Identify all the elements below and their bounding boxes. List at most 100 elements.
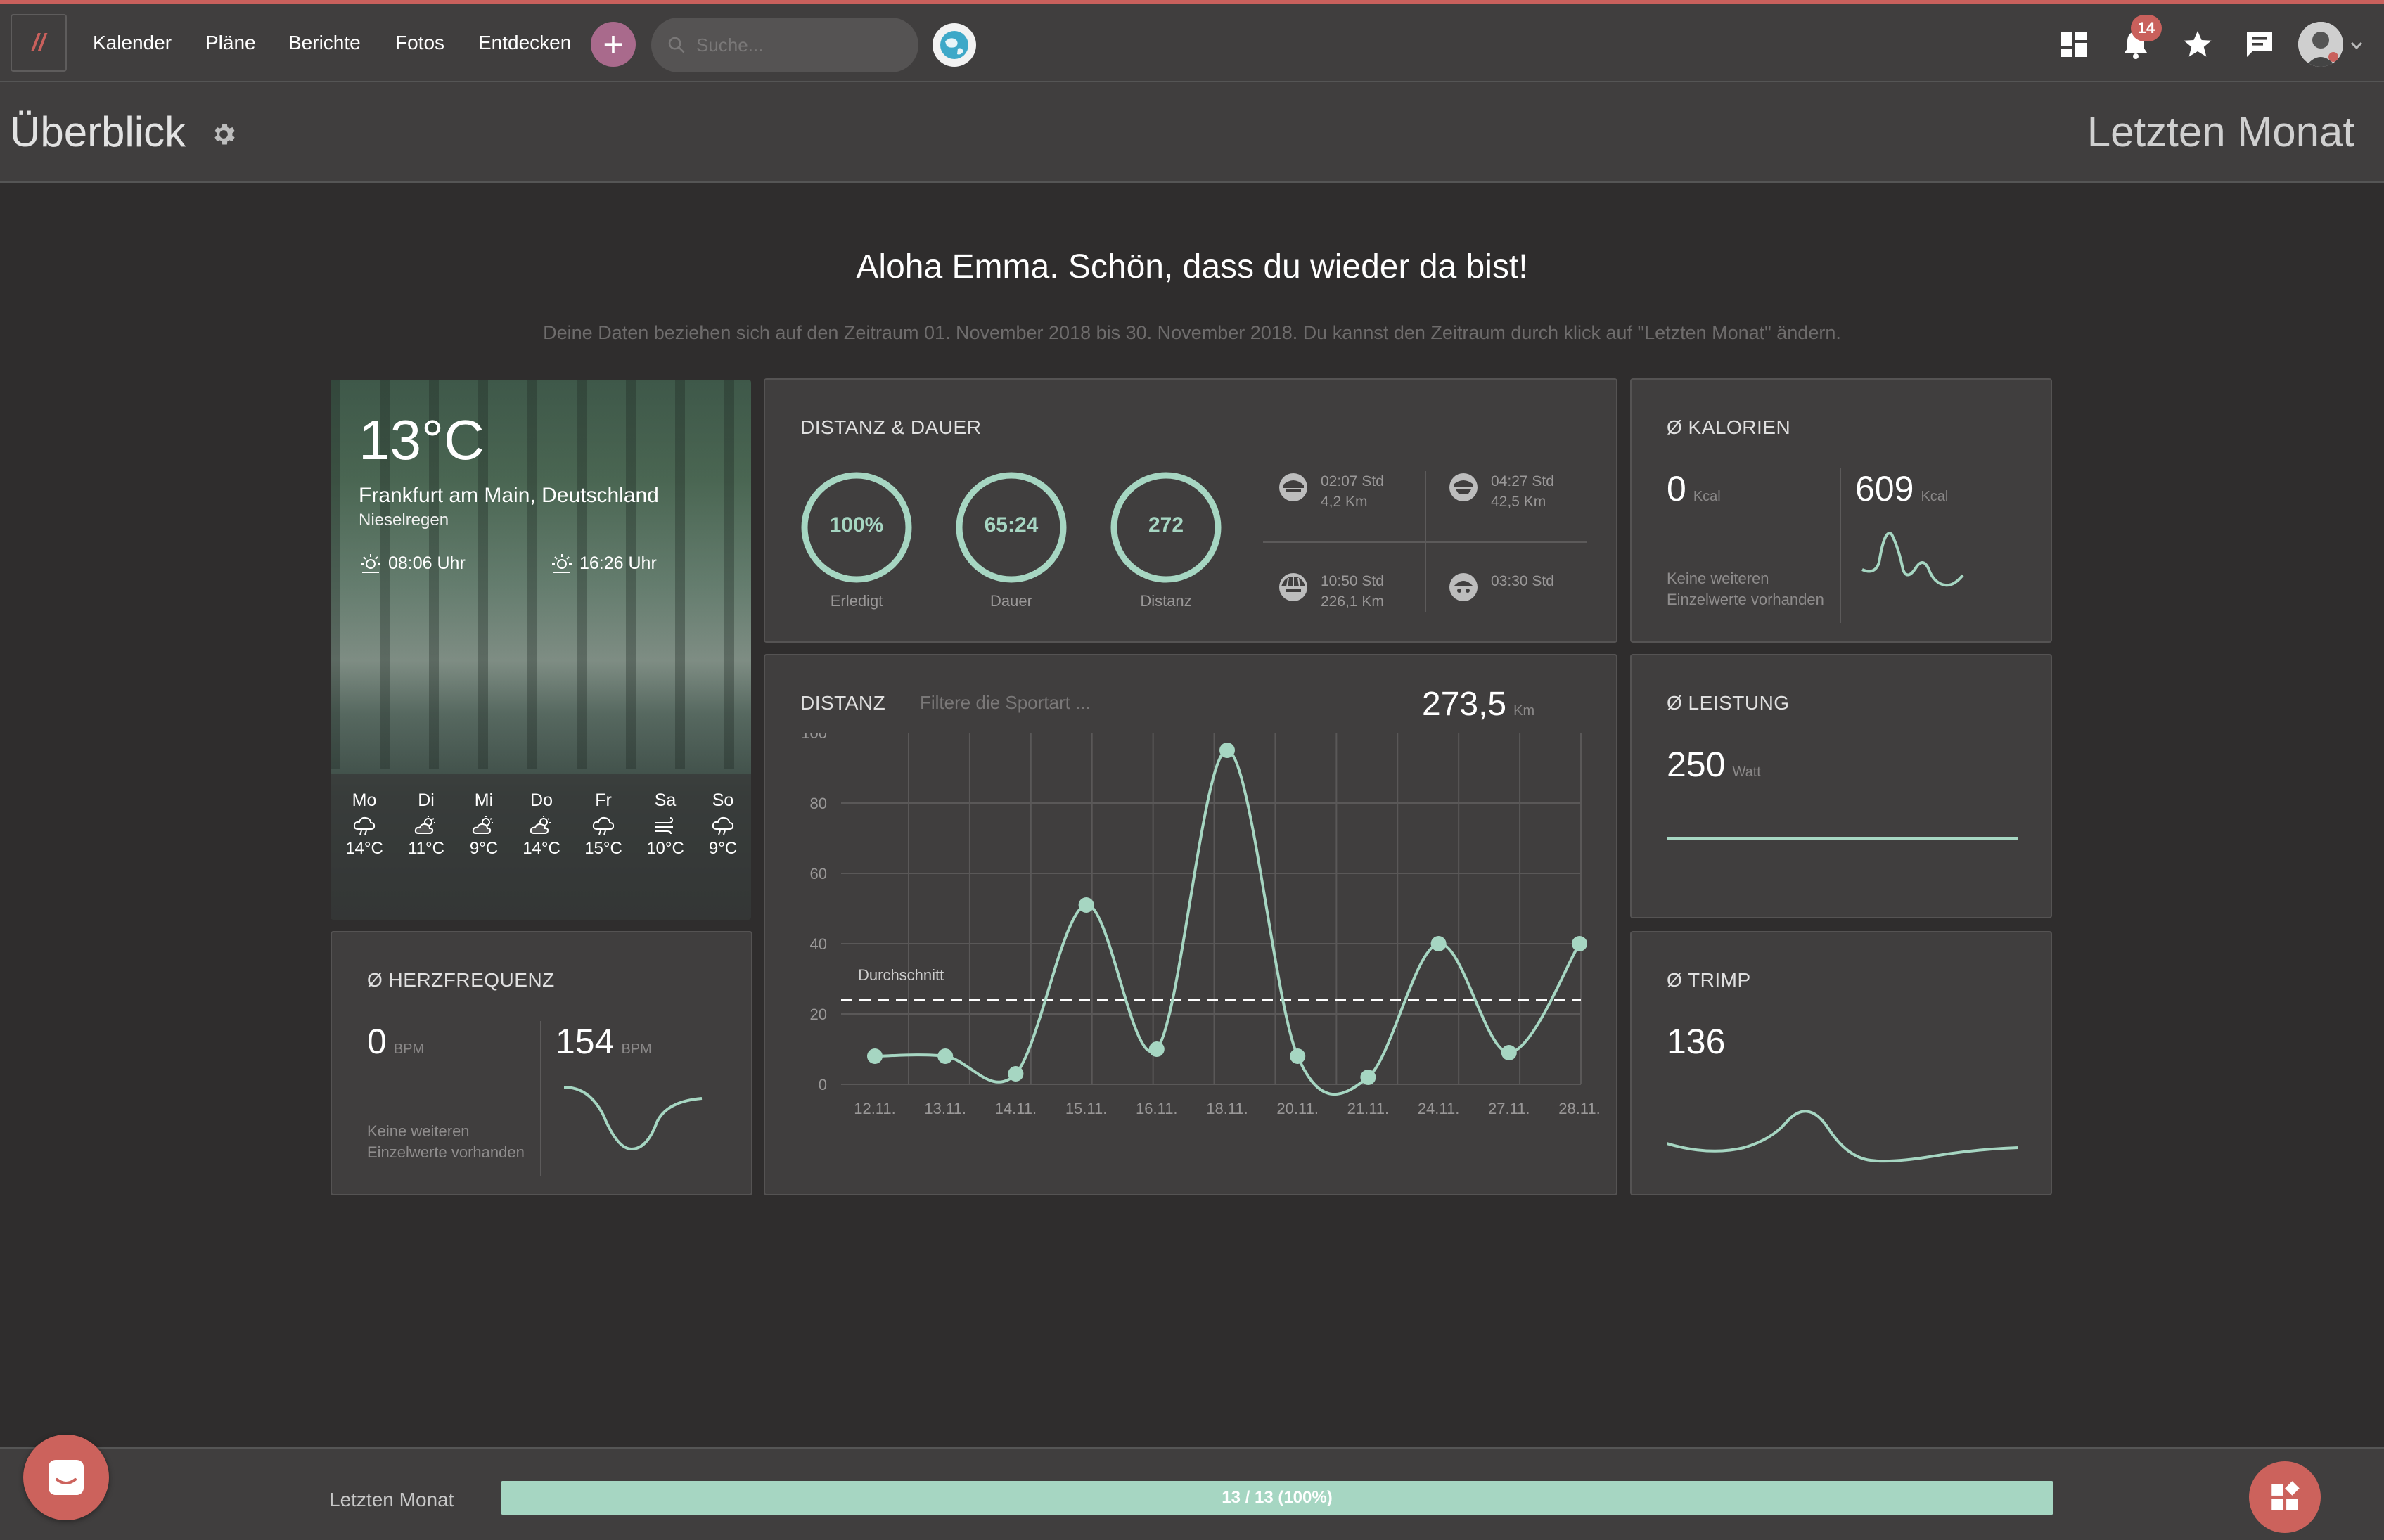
data-point[interactable]: [1148, 1041, 1165, 1057]
sunset: 16:26 Uhr: [550, 553, 657, 574]
unit: Kcal: [1921, 489, 1949, 504]
weather-city: Frankfurt am Main, Deutschland: [359, 484, 659, 507]
sport-stat: 04:27 Std 42,5 Km: [1447, 471, 1554, 512]
ring-label: Dauer: [990, 592, 1032, 610]
sport-time: 10:50 Std: [1321, 573, 1384, 589]
value: 609: [1855, 469, 1914, 508]
period-selector[interactable]: Letzten Monat: [2087, 108, 2354, 156]
x-tick-label: 28.11.: [1558, 1100, 1601, 1117]
forecast-day: Di 11°C: [398, 790, 454, 859]
data-point[interactable]: [1290, 1048, 1306, 1064]
x-tick-label: 14.11.: [995, 1100, 1037, 1117]
value: 273,5: [1422, 686, 1507, 723]
x-tick-label: 15.11.: [1065, 1100, 1108, 1117]
forecast-day: Mo 14°C: [336, 790, 392, 859]
y-tick-label: 0: [819, 1076, 827, 1093]
nav-link-entdecken[interactable]: Entdecken: [478, 32, 571, 54]
bottom-period-label[interactable]: Letzten Monat: [329, 1489, 454, 1511]
sunrise-time: 08:06 Uhr: [388, 553, 466, 573]
forecast-day-temp: 9°C: [469, 839, 499, 858]
nav-link-berichte[interactable]: Berichte: [288, 32, 361, 54]
y-tick-label: 60: [810, 865, 827, 883]
partly-cloudy-icon: [414, 816, 435, 834]
card-title: Ø KALORIEN: [1667, 416, 1791, 438]
x-tick-label: 13.11.: [924, 1100, 966, 1117]
forecast-day-temp: 14°C: [523, 839, 560, 858]
x-tick-label: 16.11.: [1136, 1100, 1178, 1117]
sport-filter-input[interactable]: [920, 692, 1145, 714]
greeting-subtitle: Deine Daten beziehen sich auf den Zeitra…: [543, 322, 1841, 343]
value: 250: [1667, 745, 1726, 784]
gear-icon[interactable]: [210, 120, 238, 148]
chevron-down-icon[interactable]: [2350, 41, 2363, 50]
search-input[interactable]: [696, 34, 900, 56]
data-point[interactable]: [1572, 936, 1587, 951]
data-point[interactable]: [1078, 897, 1094, 913]
swim-icon: [1449, 573, 1478, 601]
unit: Km: [1513, 703, 1535, 719]
wind-icon: [655, 817, 674, 835]
sport-time: 04:27 Std: [1491, 473, 1554, 489]
weather-card: 13°C Frankfurt am Main, Deutschland Nies…: [331, 380, 751, 920]
search-box[interactable]: [651, 18, 918, 72]
star-icon[interactable]: [2181, 27, 2215, 61]
forecast-day-label: Fr: [595, 790, 612, 810]
note-line: Keine weiteren: [1667, 570, 1769, 587]
support-chat-button[interactable]: [23, 1435, 109, 1520]
nav-link-plaene[interactable]: Pläne: [205, 32, 256, 54]
forecast-day-temp: 10°C: [646, 839, 684, 858]
data-point[interactable]: [937, 1048, 954, 1064]
data-point[interactable]: [1501, 1045, 1517, 1060]
trimp-card: Ø TRIMP 136: [1630, 931, 2052, 1195]
sunset-icon: [552, 554, 572, 573]
data-point[interactable]: [1360, 1070, 1376, 1085]
x-tick-label: 12.11.: [854, 1100, 896, 1117]
y-tick-label: 20: [810, 1006, 827, 1023]
notification-badge: 14: [2131, 15, 2162, 41]
forecast-day: So 9°C: [695, 790, 751, 859]
dashboard-grid-icon[interactable]: [2057, 27, 2091, 61]
y-tick-label: 40: [810, 935, 827, 953]
avatar[interactable]: [2298, 22, 2343, 67]
data-point[interactable]: [867, 1048, 883, 1064]
add-button[interactable]: +: [591, 22, 636, 67]
x-tick-label: 18.11.: [1206, 1100, 1248, 1117]
forecast-day-label: Do: [530, 790, 553, 810]
trimp-sparkline: [1667, 1110, 2018, 1163]
widget-settings-button[interactable]: [2249, 1461, 2321, 1533]
nav-link-kalender[interactable]: Kalender: [93, 32, 172, 54]
cycling-helmet-icon: [1279, 473, 1307, 501]
sport-stat: 02:07 Std 4,2 Km: [1277, 471, 1384, 512]
note-line: Keine weiteren: [367, 1122, 470, 1140]
sport-distance: 42,5 Km: [1491, 494, 1546, 510]
divider: [1263, 541, 1587, 543]
data-point[interactable]: [1430, 936, 1447, 951]
data-point[interactable]: [1008, 1066, 1024, 1082]
x-tick-label: 24.11.: [1418, 1100, 1460, 1117]
power-card: Ø LEISTUNG 250 Watt: [1630, 654, 2052, 918]
sport-distance: 4,2 Km: [1321, 494, 1368, 510]
widgets-icon: [2271, 1481, 2300, 1510]
chat-icon[interactable]: [2243, 27, 2276, 61]
value: 154: [556, 1022, 615, 1061]
nav-link-fotos[interactable]: Fotos: [395, 32, 444, 54]
globe-icon[interactable]: [933, 23, 976, 67]
search-icon: [668, 37, 685, 53]
progress-text: 13 / 13 (100%): [1222, 1488, 1333, 1507]
plus-icon: +: [603, 25, 624, 64]
card-title: DISTANZ & DAUER: [800, 416, 982, 438]
forecast-day: Fr 15°C: [575, 790, 632, 859]
rain-cloud-icon: [592, 816, 615, 835]
app-logo[interactable]: //: [11, 14, 67, 72]
unit: Kcal: [1693, 489, 1721, 504]
forecast-day: Sa 10°C: [637, 790, 693, 859]
forecast-day-label: Mi: [474, 790, 494, 810]
trimp-value: 136: [1667, 1022, 1726, 1061]
weather-condition: Nieselregen: [359, 511, 449, 530]
forecast-day-label: Mo: [352, 790, 377, 810]
title-bar: Überblick Letzten Monat: [0, 82, 2384, 183]
no-values-note: Keine weiteren Einzelwerte vorhanden: [367, 1121, 525, 1163]
x-tick-label: 21.11.: [1347, 1100, 1390, 1117]
distance-chart-card: DISTANZ 273,5 Km 0 20 40 60 80 100 12.11. 13.11…: [764, 654, 1617, 1195]
data-point[interactable]: [1219, 743, 1235, 758]
